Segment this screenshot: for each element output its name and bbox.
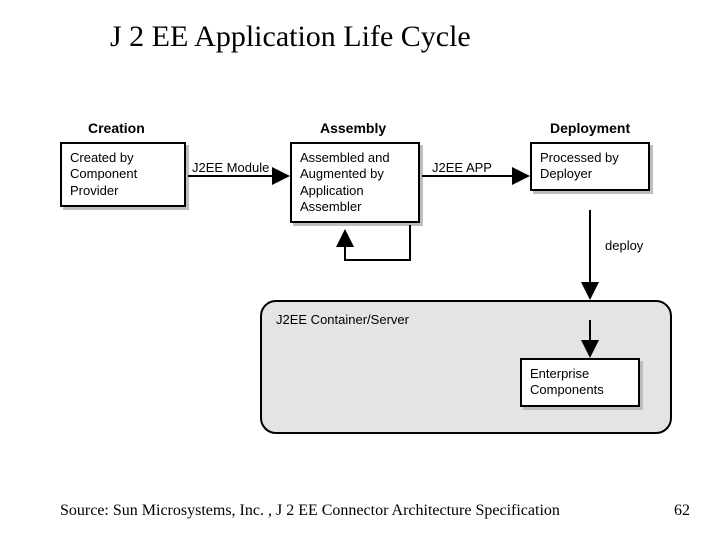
page-number: 62: [674, 502, 690, 520]
arrow-assembly-loop: [345, 225, 410, 260]
arrows-svg: [60, 120, 680, 450]
lifecycle-diagram: Creation Assembly Deployment Created by …: [60, 120, 680, 450]
page-title: J 2 EE Application Life Cycle: [110, 20, 471, 54]
source-citation: Source: Sun Microsystems, Inc. , J 2 EE …: [60, 502, 560, 520]
